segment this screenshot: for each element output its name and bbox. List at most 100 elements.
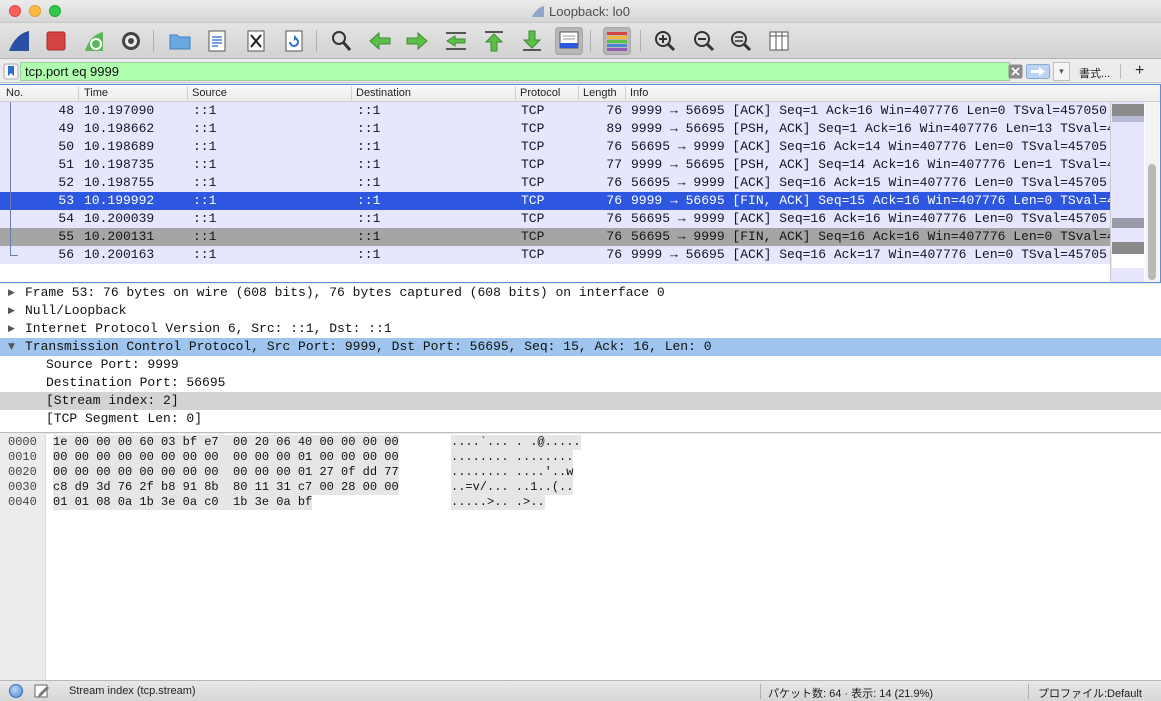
packet-no: 53	[58, 193, 74, 208]
go-back-button[interactable]	[366, 27, 394, 55]
capture-options-button[interactable]	[117, 27, 145, 55]
column-header-length[interactable]: Length	[583, 87, 617, 99]
packet-list-scrollbar[interactable]	[1145, 102, 1159, 282]
bytes-ascii[interactable]: ........ ....'..w	[451, 465, 574, 480]
column-header-source[interactable]: Source	[192, 87, 227, 99]
packet-length: 76	[606, 193, 622, 208]
packet-time: 10.200163	[84, 247, 155, 262]
packet-minimap[interactable]	[1110, 102, 1144, 282]
packet-time: 10.198755	[84, 175, 155, 190]
detail-row-stream-index[interactable]: [Stream index: 2]	[0, 392, 1161, 410]
packet-row[interactable]: 52 10.198755::1::1 TCP 76 56695 → 9999 [ACK]…	[0, 174, 1110, 192]
packet-length: 76	[606, 229, 622, 244]
go-forward-button[interactable]	[403, 27, 431, 55]
packet-row[interactable]: 51 10.198735::1::1 TCP 77 9999 → 56695 [PSH,…	[0, 156, 1110, 174]
detail-row-null-loopback[interactable]: ▶ Null/Loopback	[0, 302, 1161, 320]
packet-row-selected[interactable]: 53 10.199992::1::1 TCP 76 9999 → 56695 [FIN,…	[0, 192, 1110, 210]
display-filter-input[interactable]	[20, 62, 1010, 81]
go-last-button[interactable]	[518, 27, 546, 55]
detail-row-source-port[interactable]: Source Port: 9999	[0, 356, 1161, 374]
bytes-hex[interactable]: 01 01 08 0a 1b 3e 0a c0 1b 3e 0a bf	[53, 495, 313, 510]
open-file-button[interactable]	[166, 27, 194, 55]
minimap-mark	[1112, 104, 1144, 116]
packet-length: 77	[606, 157, 622, 172]
bytes-ascii[interactable]: ..=v/... ..1..(..	[451, 480, 574, 495]
find-packet-button[interactable]	[327, 27, 355, 55]
packet-row[interactable]: 49 10.198662::1::1 TCP 89 9999 → 56695 [PSH,…	[0, 120, 1110, 138]
resize-columns-button[interactable]	[765, 27, 793, 55]
start-capture-button[interactable]	[5, 27, 33, 55]
zoom-in-button[interactable]	[651, 27, 679, 55]
packet-no: 50	[58, 139, 74, 154]
packet-length: 89	[606, 121, 622, 136]
packet-row[interactable]: 56 10.200163::1::1 TCP 76 9999 → 56695 [ACK]…	[0, 246, 1110, 264]
bytes-hex[interactable]: c8 d9 3d 76 2f b8 91 8b 80 11 31 c7 00 2…	[53, 480, 399, 495]
colorize-button[interactable]	[603, 27, 631, 55]
detail-row-tcp[interactable]: ▼ Transmission Control Protocol, Src Por…	[0, 338, 1161, 356]
restart-capture-icon	[85, 32, 103, 51]
zoom-in-icon	[655, 31, 676, 52]
packet-row[interactable]: 55 10.200131::1::1 TCP 76 56695 → 9999 [FIN,…	[0, 228, 1110, 246]
packet-row[interactable]: 48 10.197090::1::1 TCP 76 9999 → 56695 [ACK]…	[0, 102, 1110, 120]
packet-protocol: TCP	[521, 121, 545, 136]
autoscroll-button[interactable]	[555, 27, 583, 55]
stop-capture-button[interactable]	[42, 27, 70, 55]
minimap-mark	[1112, 116, 1144, 122]
column-header-info[interactable]: Info	[630, 87, 648, 99]
expand-arrow-icon[interactable]: ▶	[8, 320, 15, 338]
capture-options-icon	[122, 32, 140, 50]
bytes-hex[interactable]: 00 00 00 00 00 00 00 00 00 00 00 01 27 0…	[53, 465, 399, 480]
detail-row-frame[interactable]: ▶ Frame 53: 76 bytes on wire (608 bits),…	[0, 284, 1161, 302]
detail-row-text: [TCP Segment Len: 0]	[46, 411, 203, 426]
close-file-button[interactable]	[242, 27, 270, 55]
go-last-icon	[522, 30, 542, 51]
filter-expression-button[interactable]: 書式...	[1079, 65, 1110, 81]
apply-filter-arrow-icon[interactable]	[1026, 64, 1050, 79]
packet-no: 56	[58, 247, 74, 262]
expert-info-icon[interactable]	[9, 684, 23, 698]
detail-row-ipv6[interactable]: ▶ Internet Protocol Version 6, Src: ::1,…	[0, 320, 1161, 338]
column-header-destination[interactable]: Destination	[356, 87, 411, 99]
column-header-time[interactable]: Time	[84, 87, 108, 99]
bytes-hex[interactable]: 00 00 00 00 00 00 00 00 00 00 00 01 00 0…	[53, 450, 399, 465]
clear-filter-icon[interactable]	[1008, 64, 1023, 79]
detail-row-destination-port[interactable]: Destination Port: 56695	[0, 374, 1161, 392]
go-forward-icon	[406, 31, 428, 51]
packet-bytes-pane: 0000 1e 00 00 00 60 03 bf e7 00 20 06 40…	[0, 434, 1161, 680]
collapse-arrow-icon[interactable]: ▼	[8, 338, 15, 356]
add-filter-button[interactable]: +	[1135, 62, 1144, 80]
filter-history-dropdown[interactable]: ▾	[1053, 62, 1070, 81]
packet-row[interactable]: 54 10.200039::1::1 TCP 76 56695 → 9999 [ACK]…	[0, 210, 1110, 228]
display-filter-bar: ▾ 書式... +	[0, 60, 1161, 83]
packet-rows: 48 10.197090::1::1 TCP 76 9999 → 56695 [ACK]…	[0, 102, 1110, 264]
zoom-out-button[interactable]	[690, 27, 718, 55]
packet-source: ::1	[193, 175, 217, 190]
bytes-ascii[interactable]: .....>.. .>..	[451, 495, 545, 510]
zoom-normal-button[interactable]	[727, 27, 755, 55]
packet-row[interactable]: 50 10.198689::1::1 TCP 76 56695 → 9999 [ACK]…	[0, 138, 1110, 156]
reload-file-button[interactable]	[280, 27, 308, 55]
capture-comment-icon[interactable]	[34, 683, 50, 699]
bytes-ascii[interactable]: ........ ........	[451, 450, 574, 465]
status-profile[interactable]: プロファイル:Default	[1038, 685, 1142, 701]
expand-arrow-icon[interactable]: ▶	[8, 284, 15, 302]
save-file-button[interactable]	[203, 27, 231, 55]
bytes-ascii[interactable]: ....`... . .@.....	[451, 435, 581, 450]
column-header-no[interactable]: No.	[6, 87, 23, 99]
expand-arrow-icon[interactable]: ▶	[8, 302, 15, 320]
go-to-packet-button[interactable]	[442, 27, 470, 55]
go-first-button[interactable]	[480, 27, 508, 55]
detail-row-text: Null/Loopback	[25, 303, 127, 318]
go-to-packet-icon	[446, 32, 466, 50]
detail-row-text: Frame 53: 76 bytes on wire (608 bits), 7…	[25, 285, 665, 300]
filter-bookmark-icon[interactable]	[3, 63, 19, 80]
packet-no: 55	[58, 229, 74, 244]
restart-capture-button[interactable]	[80, 27, 108, 55]
column-header-protocol[interactable]: Protocol	[520, 87, 560, 99]
detail-row-text: Source Port: 9999	[46, 357, 179, 372]
detail-row-segment-len[interactable]: [TCP Segment Len: 0]	[0, 410, 1161, 428]
packet-destination: ::1	[357, 121, 381, 136]
scrollbar-thumb[interactable]	[1148, 164, 1156, 280]
bytes-hex[interactable]: 1e 00 00 00 60 03 bf e7 00 20 06 40 00 0…	[53, 435, 399, 450]
packet-destination: ::1	[357, 175, 381, 190]
